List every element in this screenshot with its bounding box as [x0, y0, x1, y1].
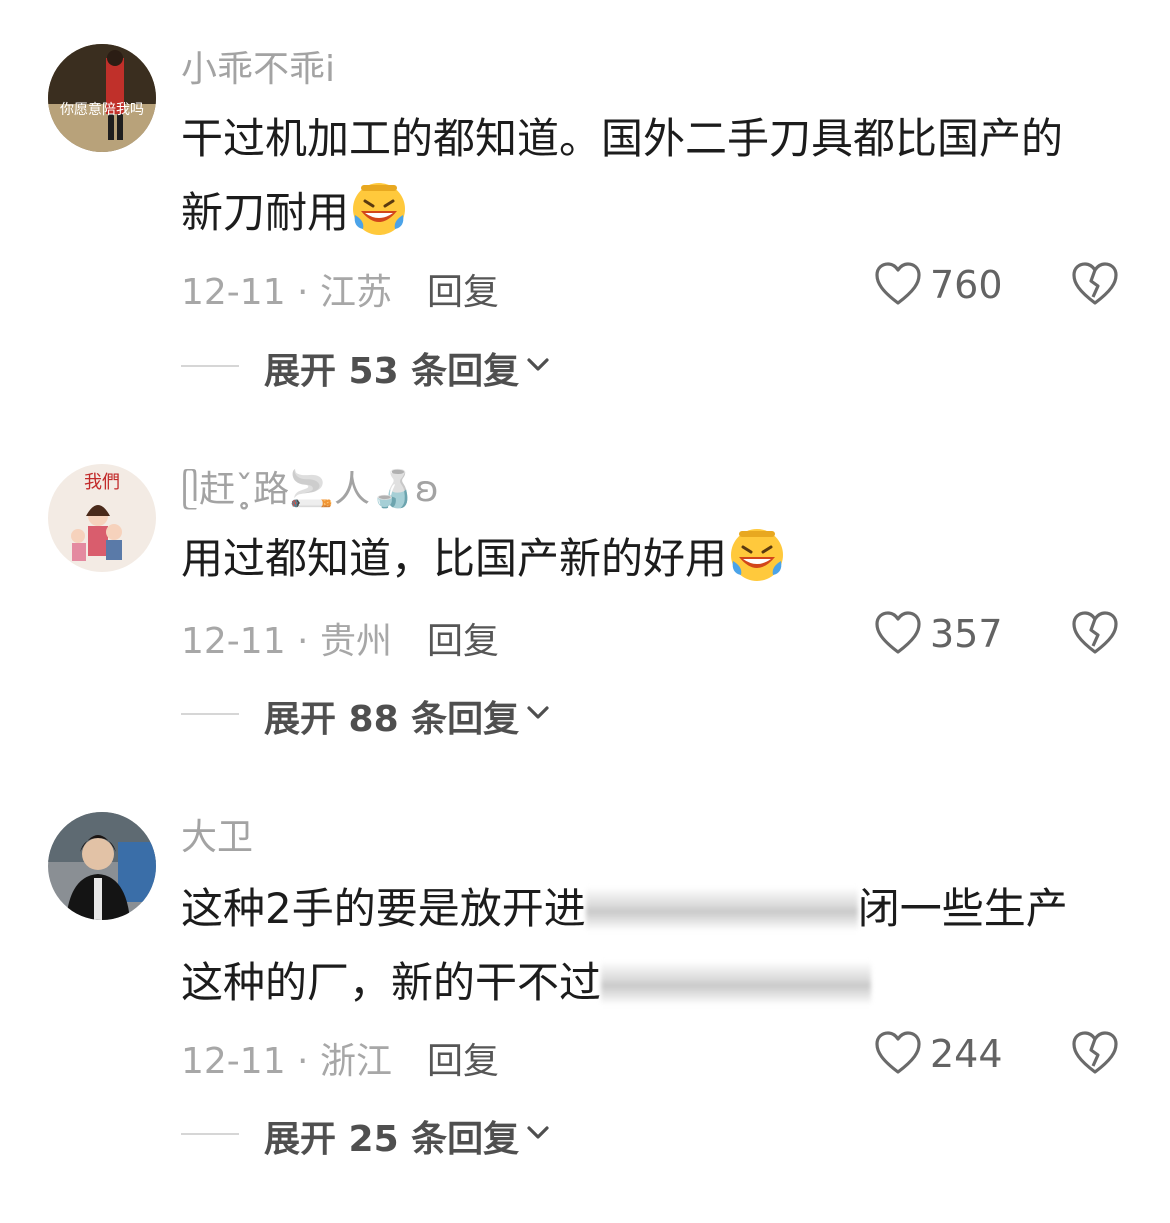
avatar-image: 你愿意陪我吗: [48, 44, 156, 152]
comment-text-fragment: 新刀耐用: [181, 188, 350, 237]
comment-text-line: 用过都知道，比国产新的好用: [181, 522, 1121, 596]
expand-replies-label: 展开 25 条回复: [264, 1119, 520, 1160]
avatar[interactable]: 你愿意陪我吗: [48, 44, 156, 152]
heart-outline-icon: [875, 1031, 921, 1074]
broken-heart-icon: [1072, 611, 1118, 654]
divider-line: [181, 1133, 239, 1135]
expand-replies-button[interactable]: 展开 88 条回复: [181, 688, 781, 740]
divider-line: [181, 713, 239, 715]
avatar-image: 我們: [48, 464, 156, 572]
comment-text-line: 这种的厂，新的干不过: [181, 946, 1121, 1020]
comment-text: 用过都知道，比国产新的好用: [181, 522, 1121, 596]
laughing-crying-emoji-icon: [353, 183, 406, 235]
avatar-caption: 你愿意陪我吗: [60, 101, 144, 118]
dislike-button[interactable]: [1071, 610, 1119, 660]
broken-heart-icon: [1072, 262, 1118, 305]
comment-text-line: 新刀耐用: [181, 176, 1121, 250]
comment-meta: 12-11 · 江苏 回复 760: [181, 255, 1131, 315]
date-location: 12-11 · 浙江: [181, 1041, 392, 1082]
chevron-down-icon: [527, 706, 549, 719]
like-count: 357: [930, 612, 1003, 656]
avatar[interactable]: [48, 812, 156, 920]
date-location: 12-11 · 江苏: [181, 272, 392, 313]
like-count: 244: [930, 1032, 1003, 1076]
laughing-crying-emoji-icon: [731, 529, 784, 581]
username[interactable]: 大卫: [181, 816, 253, 860]
dislike-button[interactable]: [1071, 261, 1119, 311]
chevron-down-icon: [527, 1126, 549, 1139]
avatar[interactable]: 我們: [48, 464, 156, 572]
comment-text: 干过机加工的都知道。国外二手刀具都比国产的 新刀耐用: [181, 102, 1121, 250]
divider-line: [181, 365, 239, 367]
comment-text: 这种2手的要是放开进 闭一些生产 这种的厂，新的干不过: [181, 872, 1121, 1020]
comment-text-line: 这种2手的要是放开进 闭一些生产: [181, 872, 1121, 946]
reply-button[interactable]: 回复: [427, 263, 499, 315]
broken-heart-icon: [1072, 1031, 1118, 1074]
reply-button[interactable]: 回复: [427, 612, 499, 664]
expand-replies-label: 展开 53 条回复: [264, 351, 520, 392]
comment-text-line: 干过机加工的都知道。国外二手刀具都比国产的: [181, 114, 1064, 163]
expand-replies-label: 展开 88 条回复: [264, 699, 520, 740]
chevron-down-icon: [527, 358, 549, 371]
comment-meta: 12-11 · 浙江 回复 244: [181, 1024, 1131, 1084]
expand-replies-button[interactable]: 展开 25 条回复: [181, 1108, 781, 1160]
reply-button[interactable]: 回复: [427, 1032, 499, 1084]
avatar-image: [48, 812, 156, 920]
comment-meta: 12-11 · 贵州 回复 357: [181, 604, 1131, 664]
censored-text-overlay: [601, 961, 872, 1005]
comment-text-fragment: 闭一些生产: [857, 884, 1068, 933]
expand-replies-button[interactable]: 展开 53 条回复: [181, 340, 781, 392]
date-location: 12-11 · 贵州: [181, 621, 392, 662]
comment-text-fragment: 这种2手的要是放开进: [181, 884, 586, 933]
heart-outline-icon: [875, 611, 921, 654]
comment-text-fragment: 用过都知道，比国产新的好用: [181, 534, 728, 583]
username[interactable]: ᥫ赶ˇ̥̥̥路🚬人🍶ʚ: [181, 468, 439, 512]
comment-text-fragment: 这种的厂，新的干不过: [181, 958, 602, 1007]
dislike-button[interactable]: [1071, 1030, 1119, 1080]
username[interactable]: 小乖不乖i: [181, 48, 335, 92]
avatar-caption: 我們: [84, 472, 120, 493]
like-count: 760: [930, 263, 1003, 307]
censored-text-overlay: [585, 887, 858, 931]
heart-outline-icon: [875, 262, 921, 305]
